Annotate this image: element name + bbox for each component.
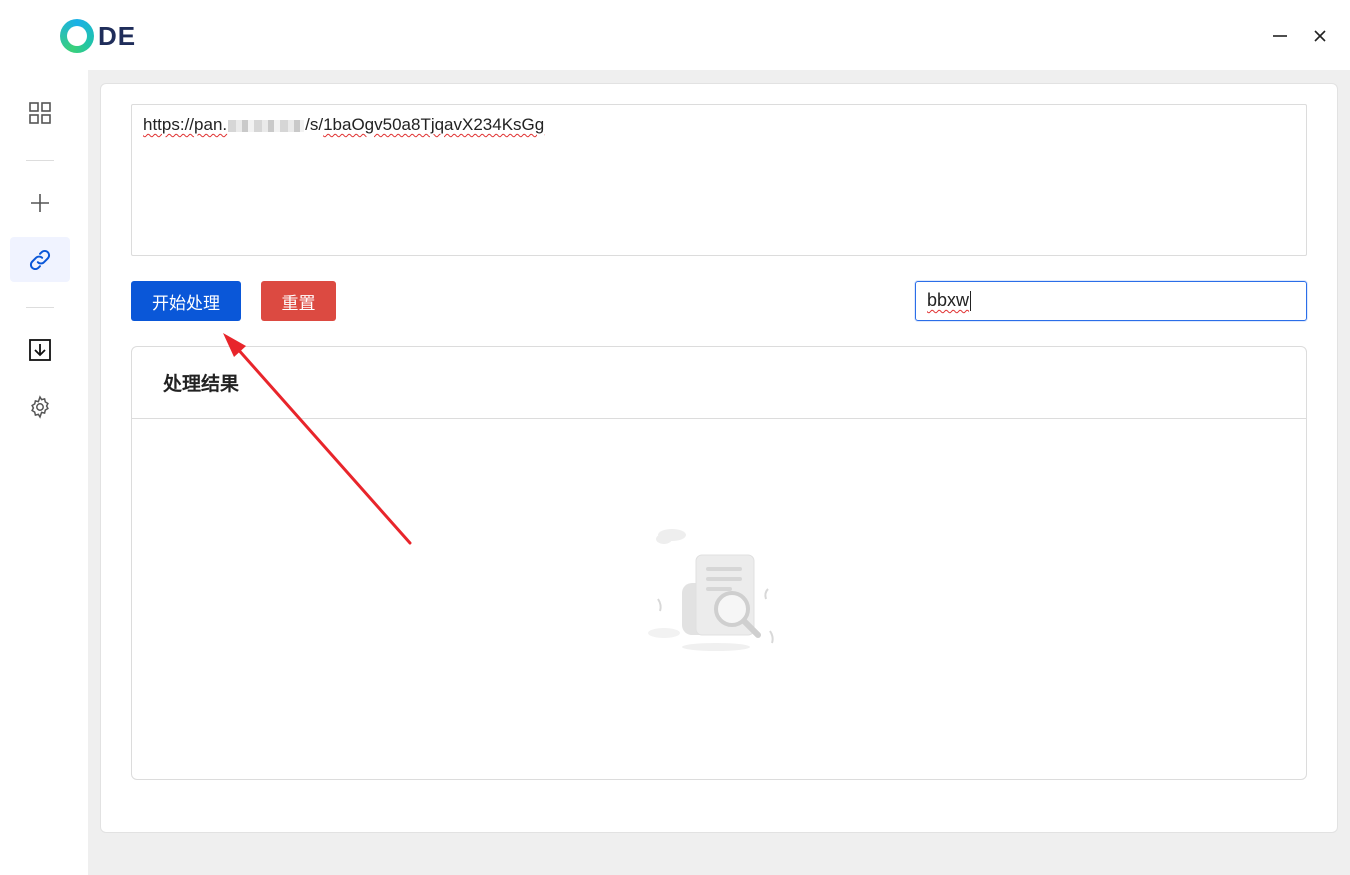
content-card: https://pan. /s/1baOgv50a8TjqavX234KsGg 开… [100,83,1338,833]
sidebar-divider [26,160,54,161]
url-path: /s/ [305,115,324,134]
main-area: https://pan. /s/1baOgv50a8TjqavX234KsGg 开… [88,70,1350,875]
text-caret [970,291,972,312]
result-panel: 处理结果 [131,346,1307,780]
app-logo: DE [60,19,136,53]
sidebar-divider [26,307,54,308]
keyword-value: bbxw [927,290,970,310]
minimize-icon [1273,35,1287,37]
url-textarea[interactable]: https://pan. /s/1baOgv50a8TjqavX234KsGg [131,104,1307,256]
url-host: pan. [194,115,228,134]
download-icon [29,338,51,361]
keyword-input[interactable]: bbxw [915,281,1307,321]
close-icon [1314,30,1326,42]
logo-text: DE [98,20,137,51]
empty-state-icon [648,529,774,651]
result-title: 处理结果 [132,347,1306,419]
start-processing-button[interactable]: 开始处理 [131,281,241,321]
sidebar-item-download[interactable] [10,327,70,372]
title-bar: DE [0,0,1350,70]
sidebar-item-dashboard[interactable] [10,90,70,135]
sidebar-item-link[interactable] [10,237,70,282]
link-icon [29,249,51,270]
url-prefix: https:// [143,115,195,134]
redacted-domain [228,119,305,132]
reset-button[interactable]: 重置 [261,281,336,321]
minimize-button[interactable] [1268,24,1292,48]
logo-ring-icon [60,19,94,53]
sidebar [0,70,88,875]
url-code: 1baOgv50a8TjqavX234KsGg [323,115,545,134]
gear-icon [31,394,49,419]
sidebar-item-settings[interactable] [10,384,70,429]
plus-icon [31,193,49,212]
close-button[interactable] [1308,24,1332,48]
sidebar-item-add[interactable] [10,180,70,225]
grid-icon [29,101,51,124]
